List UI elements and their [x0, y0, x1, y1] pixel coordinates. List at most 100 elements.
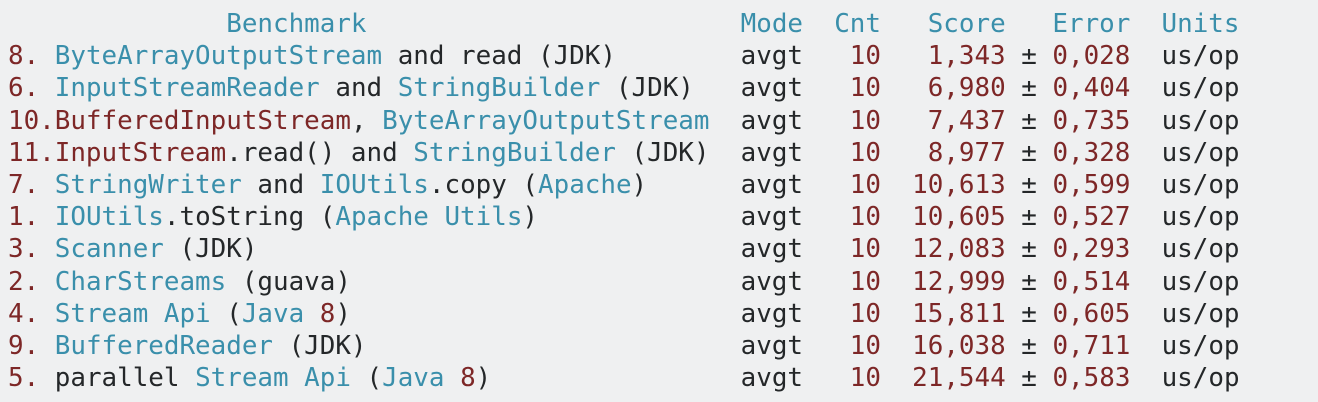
score-value: 1,343: [927, 41, 1006, 72]
benchmark-name-token: and: [241, 169, 320, 200]
units-value: us/op: [1161, 298, 1240, 329]
units-value: us/op: [1161, 202, 1240, 233]
units-value: us/op: [1161, 73, 1240, 104]
plus-minus-sign: ±: [1021, 137, 1037, 168]
header-score: Score: [927, 9, 1006, 39]
benchmark-name-token: IOUtils: [54, 202, 164, 233]
score-value: 16,038: [912, 330, 1006, 361]
units-value: us/op: [1161, 169, 1240, 200]
benchmark-row: 2. CharStreams (guava) avgt 10 12,999 ± …: [8, 266, 1318, 298]
plus-minus-sign: ±: [1021, 202, 1037, 233]
plus-minus-sign: ±: [1021, 330, 1037, 361]
cnt-value: 10: [849, 234, 881, 265]
benchmark-row: 3. Scanner (JDK) avgt 10 12,083 ± 0,293 …: [8, 233, 1318, 265]
mode-value: avgt: [740, 234, 803, 265]
score-value: 12,083: [912, 234, 1006, 265]
benchmark-name-token: 6.: [8, 73, 55, 104]
benchmark-results-code-block: Benchmark Mode Cnt Score Error Units 8. B…: [0, 0, 1318, 394]
benchmark-row: 6. InputStreamReader and StringBuilder (…: [8, 72, 1318, 104]
benchmark-name-token: Apache Utils: [335, 202, 523, 233]
units-value: us/op: [1161, 330, 1240, 361]
benchmark-name-token: .read() and: [226, 137, 414, 168]
mode-value: avgt: [740, 330, 803, 361]
score-value: 12,999: [912, 266, 1006, 297]
benchmark-name-token: 8: [460, 363, 476, 394]
cnt-value: 10: [849, 105, 881, 136]
plus-minus-sign: ±: [1021, 298, 1037, 329]
mode-value: avgt: [740, 202, 804, 233]
benchmark-name-token: 7.: [8, 169, 55, 200]
benchmark-name-token: (: [210, 298, 242, 329]
score-value: 7,437: [927, 105, 1006, 136]
benchmark-name-token: (JDK): [273, 330, 367, 361]
benchmark-name-token: (JDK): [615, 137, 710, 168]
benchmark-name-token: Stream Api: [54, 298, 211, 329]
benchmark-name-token: 4.: [8, 298, 55, 329]
benchmark-name-token: Java: [382, 363, 461, 394]
plus-minus-sign: ±: [1021, 41, 1037, 72]
units-value: us/op: [1161, 266, 1240, 297]
header-row: Benchmark Mode Cnt Score Error Units: [8, 8, 1318, 40]
mode-value: avgt: [740, 298, 803, 329]
benchmark-name-token: StringBuilder: [413, 137, 616, 168]
benchmark-name-token: InputStreamReader: [54, 73, 320, 104]
error-value: 0,583: [1052, 363, 1131, 394]
cnt-value: 10: [849, 137, 881, 168]
error-value: 0,028: [1052, 41, 1131, 72]
benchmark-name-token: 9.: [8, 330, 55, 361]
cnt-value: 10: [849, 169, 881, 200]
mode-value: avgt: [740, 41, 803, 72]
cnt-value: 10: [849, 202, 881, 233]
cnt-value: 10: [849, 298, 881, 329]
plus-minus-sign: ±: [1021, 266, 1037, 297]
benchmark-name-token: (guava): [226, 266, 351, 297]
benchmark-name-token: (JDK): [600, 73, 694, 104]
cnt-value: 10: [849, 363, 881, 394]
benchmark-name-token: ByteArrayOutputStream: [54, 41, 383, 72]
cnt-value: 10: [849, 266, 881, 297]
score-value: 10,613: [912, 169, 1006, 200]
benchmark-name-token: (JDK): [163, 234, 258, 265]
error-value: 0,527: [1052, 202, 1131, 233]
benchmark-name-token: Apache: [538, 169, 632, 200]
benchmark-row: 11.InputStream.read() and StringBuilder …: [8, 137, 1318, 169]
error-value: 0,605: [1052, 298, 1131, 329]
benchmark-row: 7. StringWriter and IOUtils.copy (Apache…: [8, 169, 1318, 201]
units-value: us/op: [1161, 41, 1240, 72]
score-value: 21,544: [912, 363, 1006, 394]
benchmark-name-token: (: [350, 363, 383, 394]
score-value: 8,977: [927, 137, 1006, 168]
benchmark-name-token: and read (JDK): [382, 41, 616, 72]
benchmark-name-token: 8: [319, 298, 336, 329]
benchmark-name-token: ): [631, 169, 648, 200]
benchmark-name-token: ): [335, 298, 351, 329]
benchmark-name-token: .copy (: [428, 169, 539, 200]
error-value: 0,514: [1052, 266, 1131, 297]
plus-minus-sign: ±: [1021, 363, 1037, 394]
benchmark-name-token: BufferedReader: [54, 330, 273, 361]
benchmark-name-token: Java: [241, 298, 320, 329]
plus-minus-sign: ±: [1021, 234, 1037, 265]
benchmark-name-token: Stream Api: [195, 363, 351, 394]
score-value: 10,605: [912, 202, 1006, 233]
mode-value: avgt: [740, 73, 803, 104]
score-value: 15,811: [912, 298, 1006, 329]
benchmark-name-token: parallel: [54, 363, 196, 394]
header-cnt: Cnt: [834, 9, 881, 39]
benchmark-name-token: ByteArrayOutputStream: [382, 105, 710, 136]
header-units: Units: [1161, 9, 1240, 39]
header-error: Error: [1052, 9, 1131, 39]
header-mode: Mode: [740, 9, 803, 39]
cnt-value: 10: [849, 73, 881, 104]
units-value: us/op: [1161, 363, 1240, 394]
benchmark-name-token: CharStreams: [54, 266, 227, 297]
benchmark-row: 10.BufferedInputStream, ByteArrayOutputS…: [8, 105, 1318, 137]
benchmark-name-token: and: [319, 73, 398, 104]
plus-minus-sign: ±: [1021, 169, 1037, 200]
mode-value: avgt: [740, 137, 804, 168]
units-value: us/op: [1161, 234, 1240, 265]
plus-minus-sign: ±: [1021, 105, 1037, 136]
benchmark-row: 4. Stream Api (Java 8) avgt 10 15,811 ± …: [8, 298, 1318, 330]
plus-minus-sign: ±: [1021, 73, 1037, 104]
error-value: 0,599: [1052, 169, 1131, 200]
